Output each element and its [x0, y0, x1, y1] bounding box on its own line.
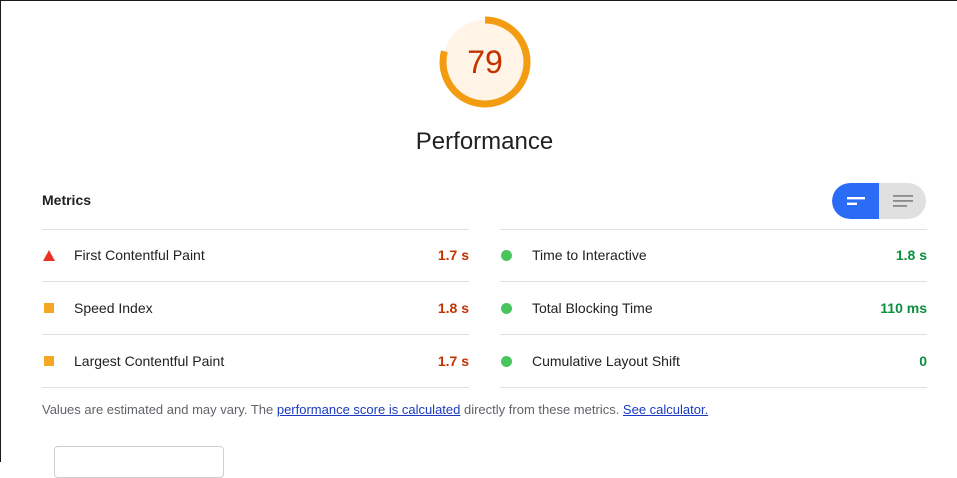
fail-triangle-icon — [42, 248, 56, 262]
metric-label: Total Blocking Time — [532, 300, 653, 316]
metric-label: First Contentful Paint — [74, 247, 205, 263]
metric-value: 1.8 s — [895, 247, 927, 263]
metric-cumulative-layout-shift: Cumulative Layout Shift 0 — [500, 335, 927, 387]
average-square-icon — [42, 301, 56, 315]
pass-circle-icon — [500, 248, 514, 262]
expanded-view-button[interactable] — [879, 183, 926, 219]
metric-label: Time to Interactive — [532, 247, 647, 263]
metric-label: Speed Index — [74, 300, 153, 316]
metrics-view-toggle[interactable] — [832, 183, 926, 219]
metric-largest-contentful-paint: Largest Contentful Paint 1.7 s — [42, 335, 469, 387]
metric-value: 0 — [919, 353, 927, 369]
window-border-top — [0, 0, 957, 1]
compact-view-icon — [846, 197, 865, 205]
score-value: 79 — [467, 43, 503, 80]
see-calculator-link[interactable]: See calculator. — [623, 402, 708, 417]
note-middle: directly from these metrics. — [460, 402, 623, 417]
metric-value: 1.7 s — [437, 247, 469, 263]
category-title: Performance — [415, 128, 554, 155]
metric-label: Largest Contentful Paint — [74, 353, 225, 369]
metric-first-contentful-paint: First Contentful Paint 1.7 s — [42, 229, 469, 281]
estimate-note: Values are estimated and may vary. The p… — [42, 402, 708, 417]
metrics-divider — [42, 387, 469, 388]
performance-gauge: 79 — [437, 14, 533, 110]
metric-label: Cumulative Layout Shift — [532, 353, 680, 369]
metrics-header: Metrics — [42, 192, 92, 208]
metric-value: 110 ms — [880, 300, 927, 316]
window-border-left — [0, 0, 1, 462]
score-calculation-link[interactable]: performance score is calculated — [277, 402, 461, 417]
pass-circle-icon — [500, 354, 514, 368]
average-square-icon — [42, 354, 56, 368]
metric-value: 1.7 s — [437, 353, 469, 369]
metric-time-to-interactive: Time to Interactive 1.8 s — [500, 229, 927, 281]
pass-circle-icon — [500, 301, 514, 315]
metric-speed-index: Speed Index 1.8 s — [42, 282, 469, 334]
compact-view-button[interactable] — [832, 183, 879, 219]
note-prefix: Values are estimated and may vary. The — [42, 402, 277, 417]
expanded-view-icon — [892, 195, 913, 207]
partial-button[interactable] — [54, 446, 224, 478]
metric-value: 1.8 s — [437, 300, 469, 316]
metrics-divider — [500, 387, 927, 388]
metric-total-blocking-time: Total Blocking Time 110 ms — [500, 282, 927, 334]
